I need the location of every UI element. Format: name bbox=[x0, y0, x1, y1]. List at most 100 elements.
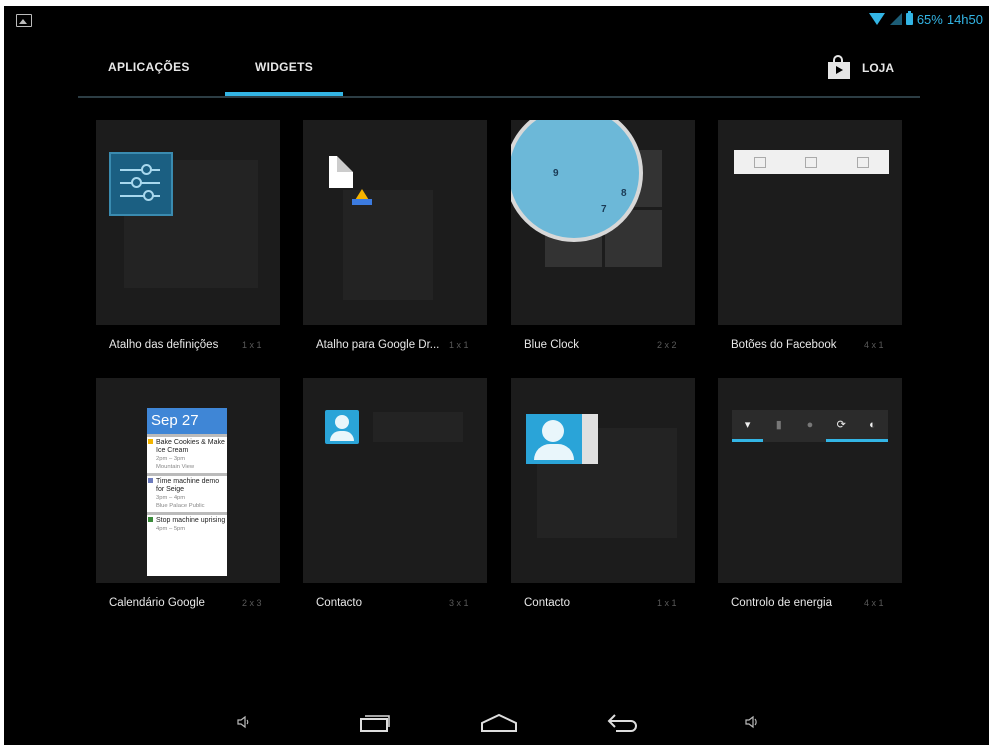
event-title: Stop machine uprising bbox=[156, 517, 226, 524]
checkin-icon bbox=[857, 156, 870, 168]
widget-contact-3x1[interactable]: Contacto 3 x 1 bbox=[303, 378, 511, 618]
widget-facebook-buttons[interactable]: Botões do Facebook 4 x 1 bbox=[718, 120, 926, 360]
event-time: 4pm – 5pm bbox=[156, 526, 186, 532]
wifi-icon bbox=[868, 13, 885, 25]
widget-preview: ▾ ▮ ● ⟳ ◐ bbox=[718, 378, 902, 583]
gallery-notification-icon bbox=[16, 14, 32, 27]
widget-preview bbox=[511, 378, 695, 583]
event-color bbox=[148, 439, 153, 444]
widget-google-calendar[interactable]: Sep 27 Bake Cookies & Make Ice Cream 2pm … bbox=[96, 378, 304, 618]
sync-toggle-icon: ⟳ bbox=[825, 410, 857, 442]
tablet-screen: 65% 14h50 APLICAÇÕES WIDGETS LOJA Atalho… bbox=[4, 6, 989, 745]
back-button[interactable] bbox=[604, 710, 644, 734]
calendar-day: Sep 27 bbox=[147, 408, 227, 434]
widget-preview bbox=[303, 378, 487, 583]
active-tab-indicator bbox=[225, 92, 343, 96]
widget-preview: 7 8 9 bbox=[511, 120, 695, 325]
widget-size: 1 x 1 bbox=[449, 340, 469, 350]
widget-preview bbox=[718, 120, 902, 325]
calendar-preview: Sep 27 Bake Cookies & Make Ice Cream 2pm … bbox=[147, 408, 227, 576]
status-bar: 65% 14h50 bbox=[4, 6, 989, 32]
widget-name: Blue Clock bbox=[524, 339, 579, 351]
clock-number: 8 bbox=[621, 188, 627, 199]
clock-time: 14h50 bbox=[946, 11, 983, 27]
contact-icon bbox=[325, 410, 359, 444]
event-color bbox=[148, 517, 153, 522]
widget-size: 4 x 1 bbox=[864, 598, 884, 608]
event-color bbox=[148, 478, 153, 483]
event-place: Blue Palace Public bbox=[156, 503, 205, 509]
recent-apps-icon bbox=[360, 715, 390, 732]
widget-size: 3 x 1 bbox=[449, 598, 469, 608]
play-store-icon bbox=[827, 55, 850, 79]
tab-label: APLICAÇÕES bbox=[108, 60, 190, 74]
bluetooth-toggle-icon: ▮ bbox=[775, 419, 782, 431]
widget-size: 2 x 3 bbox=[242, 598, 262, 608]
event-title: Time machine demo for Seige bbox=[156, 478, 220, 493]
clock-grid: 7 8 9 bbox=[511, 120, 662, 267]
widget-blue-clock[interactable]: 7 8 9 Blue Clock 2 x 2 bbox=[511, 120, 719, 360]
volume-down-button[interactable] bbox=[232, 710, 256, 734]
edit-icon bbox=[753, 156, 766, 168]
wifi-toggle-icon: ▾ bbox=[732, 410, 764, 442]
volume-down-icon bbox=[237, 715, 249, 729]
slider-knob bbox=[131, 177, 142, 188]
slider-knob bbox=[143, 190, 154, 201]
contact-card-edge bbox=[582, 414, 598, 464]
volume-up-button[interactable] bbox=[740, 710, 764, 734]
tab-applications[interactable]: APLICAÇÕES bbox=[108, 60, 190, 94]
store-button[interactable]: LOJA bbox=[827, 55, 894, 79]
document-shortcut-icon bbox=[329, 156, 353, 188]
back-icon bbox=[607, 714, 637, 732]
calendar-event: Bake Cookies & Make Ice Cream 2pm – 3pm Mo… bbox=[147, 434, 227, 473]
home-icon bbox=[481, 713, 517, 732]
event-place: Mountain View bbox=[156, 464, 195, 470]
event-time: 2pm – 3pm bbox=[156, 456, 186, 462]
google-drive-icon bbox=[352, 189, 372, 205]
contact-icon bbox=[526, 414, 582, 464]
store-label: LOJA bbox=[861, 60, 894, 75]
widget-name: Atalho das definições bbox=[109, 339, 219, 351]
widget-name: Controlo de energia bbox=[731, 597, 833, 609]
widget-contact-1x1[interactable]: Contacto 1 x 1 bbox=[511, 378, 719, 618]
contact-name-placeholder bbox=[373, 412, 463, 442]
preview-shadow bbox=[343, 190, 433, 300]
widget-settings-shortcut[interactable]: Atalho das definições 1 x 1 bbox=[96, 120, 304, 360]
widget-name: Contacto bbox=[316, 597, 363, 609]
clock-number: 9 bbox=[553, 168, 559, 179]
event-title: Bake Cookies & Make Ice Cream bbox=[156, 439, 225, 454]
power-control-bar: ▾ ▮ ● ⟳ ◐ bbox=[732, 410, 889, 442]
battery-icon bbox=[905, 11, 913, 25]
widget-power-control[interactable]: ▾ ▮ ● ⟳ ◐ Controlo de energia 4 x 1 bbox=[718, 378, 926, 618]
widget-preview bbox=[303, 120, 487, 325]
status-indicators: 65% 14h50 bbox=[868, 11, 983, 27]
calendar-event: Stop machine uprising 4pm – 5pm bbox=[147, 512, 227, 535]
home-button[interactable] bbox=[478, 710, 520, 734]
widget-name: Botões do Facebook bbox=[731, 339, 837, 351]
recent-apps-button[interactable] bbox=[356, 710, 396, 734]
widget-name: Atalho para Google Dr... bbox=[316, 339, 440, 351]
widget-preview bbox=[96, 120, 280, 325]
brightness-toggle-icon: ◐ bbox=[856, 410, 889, 442]
camera-icon bbox=[805, 156, 818, 168]
tab-bar: APLICAÇÕES WIDGETS LOJA bbox=[78, 44, 920, 98]
settings-icon bbox=[109, 152, 173, 216]
tab-widgets[interactable]: WIDGETS bbox=[225, 60, 343, 96]
clock-number: 7 bbox=[601, 204, 607, 215]
battery-percent: 65% bbox=[916, 11, 943, 27]
slider-knob bbox=[141, 164, 152, 175]
widget-size: 4 x 1 bbox=[864, 340, 884, 350]
widget-size: 1 x 1 bbox=[242, 340, 262, 350]
event-time: 3pm – 4pm bbox=[156, 495, 186, 501]
slider-line bbox=[120, 169, 160, 171]
navigation-bar bbox=[4, 696, 989, 745]
tab-label: WIDGETS bbox=[254, 60, 314, 74]
volume-up-icon bbox=[745, 715, 757, 729]
widget-drive-shortcut[interactable]: Atalho para Google Dr... 1 x 1 bbox=[303, 120, 511, 360]
facebook-buttons-bar bbox=[734, 150, 889, 174]
calendar-event: Time machine demo for Seige 3pm – 4pm Blue… bbox=[147, 473, 227, 512]
widget-name: Contacto bbox=[524, 597, 571, 609]
widget-name: Calendário Google bbox=[109, 597, 205, 609]
signal-icon bbox=[889, 13, 902, 25]
gps-toggle-icon: ● bbox=[806, 418, 814, 431]
